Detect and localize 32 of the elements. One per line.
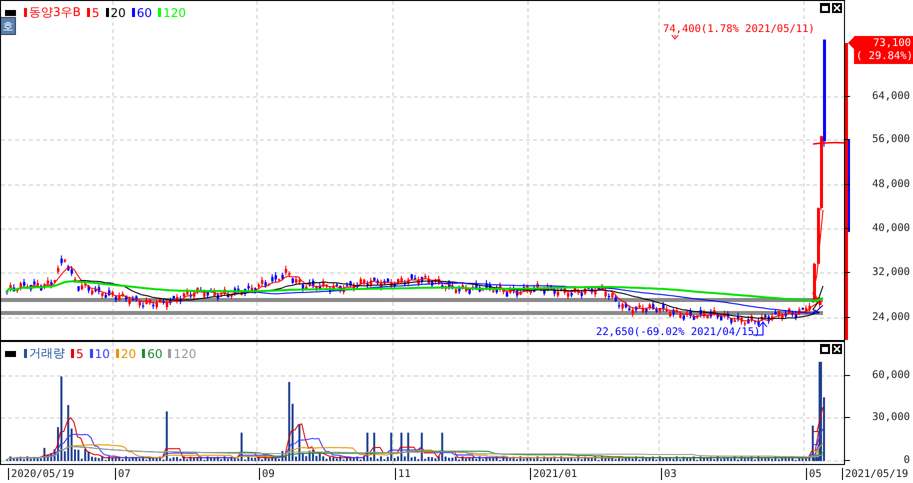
legend-label: 120: [163, 6, 186, 20]
order-badge[interactable]: 호: [1, 17, 16, 35]
legend-label: 60: [147, 346, 162, 360]
current-price-tag: 73,100 ( 29.84%): [854, 36, 913, 64]
date-axis-label: 2021/01: [530, 468, 578, 480]
legend-label: 5: [76, 346, 84, 360]
legend-label: 20: [110, 6, 126, 20]
legend-label: 10: [94, 346, 110, 360]
date-axis-label: 2020/05/19: [8, 468, 74, 480]
legend-label: 5: [92, 6, 100, 20]
legend-label: 120: [173, 346, 196, 360]
date-axis-label: 03: [661, 468, 677, 480]
price-axis-label: 48,000: [872, 178, 910, 190]
price-axis-label: 32,000: [872, 266, 910, 278]
legend-title: 거래량: [29, 345, 65, 362]
legend-label: 20: [120, 346, 136, 360]
price-axis-label: 24,000: [872, 311, 910, 323]
price-axis-label: 40,000: [872, 222, 910, 234]
legend-label: 60: [136, 6, 152, 20]
date-axis-label: 05: [806, 468, 822, 480]
volume-axis-label: 0: [904, 454, 910, 466]
legend-title: 동양3우B: [29, 4, 81, 21]
low-price-label: 22,650(-69.02% 2021/04/15): [596, 326, 760, 338]
end-date-label: 2021/05/19: [842, 468, 908, 480]
date-axis-label: 11: [395, 468, 411, 480]
date-axis-label: 07: [115, 468, 131, 480]
price-axis-label: 64,000: [872, 90, 910, 102]
price-axis-label: 56,000: [872, 133, 910, 145]
high-price-label: 74,400(1.78% 2021/05/11): [663, 23, 815, 35]
date-axis-label: 09: [259, 468, 275, 480]
volume-axis-label: 30,000: [872, 411, 910, 423]
volume-axis-label: 60,000: [872, 369, 910, 381]
